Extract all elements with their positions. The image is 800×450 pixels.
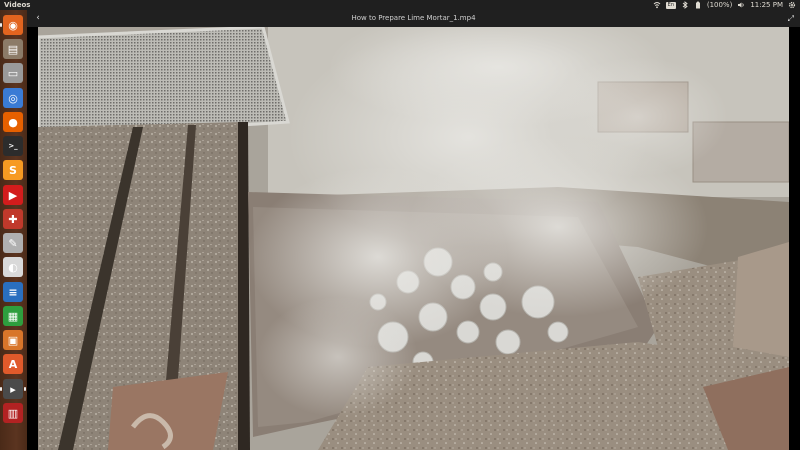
terminal-icon[interactable]: >_ — [3, 136, 23, 156]
running-indicator — [0, 387, 2, 391]
video-frame-image — [38, 27, 789, 450]
update-manager-icon[interactable]: ◐ — [3, 257, 23, 277]
software-center-icon[interactable]: A — [3, 354, 23, 374]
fullscreen-icon[interactable]: ⤢ — [788, 10, 794, 27]
video-frame[interactable] — [38, 27, 789, 450]
ubuntu-dash-icon[interactable]: ◉ — [0, 15, 23, 35]
chromium-icon[interactable]: ◎ — [3, 88, 23, 108]
videos-player-icon[interactable]: ▸ — [0, 379, 26, 399]
active-app-name: Videos — [4, 1, 31, 9]
youtube-icon[interactable]: ▶ — [3, 185, 23, 205]
wifi-icon[interactable] — [653, 1, 661, 9]
sublime-text-icon[interactable]: S — [3, 160, 23, 180]
battery-icon[interactable] — [694, 1, 702, 9]
files-icon[interactable]: ▤ — [3, 39, 23, 59]
impress-presentation-icon[interactable]: ▣ — [3, 330, 23, 350]
calc-spreadsheet-icon[interactable]: ▦ — [3, 306, 23, 326]
text-editor-icon[interactable]: ✎ — [3, 233, 23, 253]
window-titlebar: ‹ How to Prepare Lime Mortar_1.mp4 ⤢ — [27, 10, 800, 27]
back-arrow-icon[interactable]: ‹ — [33, 10, 43, 27]
disk-drive-icon[interactable]: ▭ — [3, 63, 23, 83]
video-player-window: ‹ How to Prepare Lime Mortar_1.mp4 ⤢ — [27, 10, 800, 450]
firefox-icon[interactable]: ● — [3, 112, 23, 132]
focused-indicator — [24, 387, 26, 391]
system-tools-icon[interactable]: ✚ — [3, 209, 23, 229]
settings-gear-icon[interactable] — [788, 1, 796, 9]
unity-launcher: ◉ ▤ ▭ ◎ ● >_ S ▶ ✚ ✎ ◐ ≡ ▦ ▣ A ▸ ▥ — [0, 10, 28, 450]
clock[interactable]: 11:25 PM — [750, 0, 783, 10]
keyboard-layout-icon[interactable]: En — [665, 1, 676, 9]
system-tray: En (100%) 11:25 PM — [653, 0, 796, 10]
window-title: How to Prepare Lime Mortar_1.mp4 — [351, 14, 476, 22]
writer-document-icon[interactable]: ≡ — [3, 282, 23, 302]
running-indicator — [0, 23, 2, 27]
top-panel: Videos En (100%) 11:25 PM — [0, 0, 800, 10]
screenshot-tool-icon[interactable]: ▥ — [3, 403, 23, 423]
volume-icon[interactable] — [737, 1, 745, 9]
bluetooth-icon[interactable] — [681, 1, 689, 9]
battery-percentage: (100%) — [706, 1, 733, 9]
